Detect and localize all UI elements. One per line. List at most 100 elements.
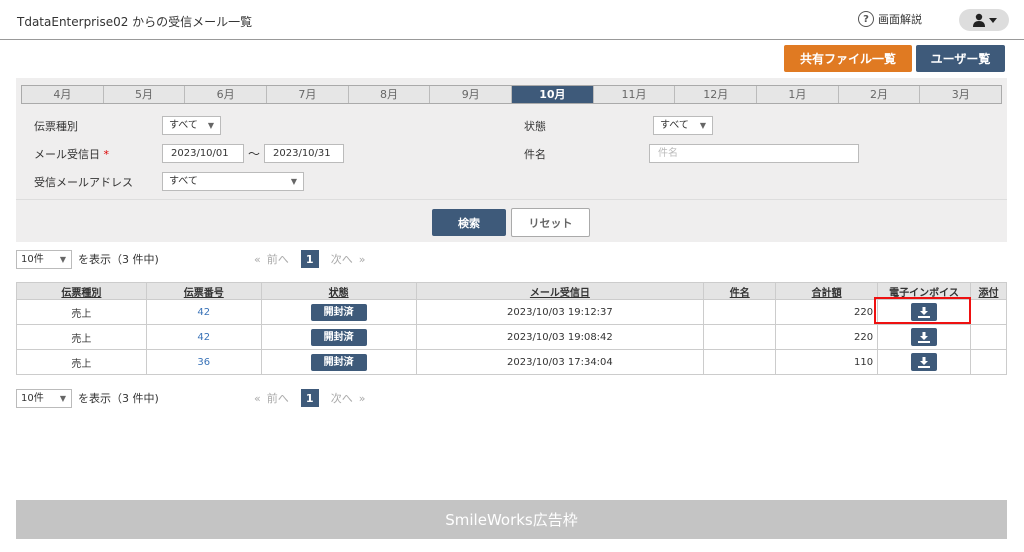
help-label: 画面解説 [878,13,922,26]
cell-attachment [969,324,1008,350]
per-page-select[interactable]: 10件 ▼ [16,388,72,408]
reset-button[interactable]: リセット [511,208,590,237]
last-page-link[interactable]: » [359,392,366,405]
download-button[interactable] [911,353,938,371]
ad-banner[interactable]: SmileWorks広告枠 [16,500,1007,539]
col-attachment[interactable]: 添付 [969,282,1008,300]
month-tab[interactable]: 4月 [22,86,104,103]
pagination: « 前へ 1 次へ » [254,389,365,407]
slip-number-link[interactable]: 42 [145,324,262,350]
cell-total: 220 [775,324,879,350]
table-row: 売上 36 開封済 2023/10/03 17:34:04 110 [16,349,1008,375]
slip-number-link[interactable]: 42 [145,299,262,325]
month-tab[interactable]: 1月 [757,86,839,103]
cell-subject [703,299,777,325]
status-select[interactable]: すべて ▼ [653,116,713,135]
result-count: を表示（3 件中) [78,253,159,266]
cell-total: 220 [775,299,879,325]
current-page[interactable]: 1 [300,389,319,407]
current-page[interactable]: 1 [300,250,319,268]
received-date-label: メール受信日 * [34,146,109,162]
month-tabs: 4月 5月 6月 7月 8月 9月 10月 11月 12月 1月 2月 3月 [21,85,1002,104]
cell-subject [703,324,777,350]
status-value: すべて [660,120,689,131]
month-tab[interactable]: 8月 [349,86,431,103]
prev-page-link[interactable]: 前へ [267,251,289,267]
user-menu-button[interactable] [959,9,1009,31]
cell-slip-type: 売上 [16,349,147,375]
help-link[interactable]: ? 画面解説 [858,11,922,27]
col-slip-number[interactable]: 伝票番号 [145,282,262,300]
date-from-input[interactable]: 2023/10/01 [162,144,244,163]
table-header-row: 伝票種別 伝票番号 状態 メール受信日 件名 合計額 電子インボイス 添付 [16,282,1008,300]
pager-bottom: 10件 ▼ を表示（3 件中) « 前へ 1 次へ » [16,388,416,408]
table-row: 売上 42 開封済 2023/10/03 19:12:37 220 [16,299,1008,325]
status-badge: 開封済 [310,303,367,321]
month-tab[interactable]: 7月 [267,86,349,103]
filter-panel: 4月 5月 6月 7月 8月 9月 10月 11月 12月 1月 2月 3月 伝票種別 すべて ▼ 状… [16,78,1007,242]
month-tab[interactable]: 10月 [512,86,594,103]
slip-number-link[interactable]: 36 [145,349,262,375]
next-page-link[interactable]: 次へ [331,251,353,267]
caret-down-icon: ▼ [207,121,214,130]
cell-slip-type: 売上 [16,324,147,350]
date-to-input[interactable]: 2023/10/31 [264,144,344,163]
first-page-link[interactable]: « [254,392,261,405]
prev-page-link[interactable]: 前へ [267,390,289,406]
last-page-link[interactable]: » [359,253,366,266]
cell-status: 開封済 [260,349,417,375]
month-tab[interactable]: 11月 [594,86,676,103]
user-icon [972,13,985,27]
page-title: TdataEnterprise02 からの受信メール一覧 [17,15,253,29]
address-select[interactable]: すべて ▼ [162,172,304,191]
pager-top: 10件 ▼ を表示（3 件中) « 前へ 1 次へ » [16,249,416,269]
caret-down-icon: ▼ [290,177,297,186]
subject-label: 件名 [524,148,546,161]
help-icon: ? [858,11,874,27]
next-page-link[interactable]: 次へ [331,390,353,406]
month-tab[interactable]: 6月 [185,86,268,103]
address-value: すべて [169,176,198,187]
download-icon [918,356,931,368]
slip-type-select[interactable]: すべて ▼ [162,116,221,135]
result-count: を表示（3 件中) [78,392,159,405]
per-page-value: 10件 [21,392,44,404]
cell-slip-type: 売上 [16,299,147,325]
month-tab[interactable]: 12月 [675,86,758,103]
col-total[interactable]: 合計額 [775,282,879,300]
month-tab[interactable]: 2月 [839,86,921,103]
month-tab[interactable]: 5月 [104,86,186,103]
status-label: 状態 [524,120,546,133]
subject-input[interactable]: 件名 [649,144,859,163]
status-badge: 開封済 [310,328,367,346]
table-row: 売上 42 開封済 2023/10/03 19:08:42 220 [16,324,1008,350]
first-page-link[interactable]: « [254,253,261,266]
shared-files-button[interactable]: 共有ファイル一覧 [784,45,912,72]
filter-actions: 検索 リセット [16,199,1007,242]
search-button[interactable]: 検索 [432,209,506,236]
col-slip-type[interactable]: 伝票種別 [16,282,147,300]
caret-down-icon: ▼ [59,393,66,403]
cell-total: 110 [775,349,879,375]
cell-attachment [969,349,1008,375]
date-separator: ～ [248,147,261,161]
caret-down-icon: ▼ [699,121,706,130]
download-button[interactable] [911,328,938,346]
cell-received: 2023/10/03 17:34:04 [415,349,705,375]
cell-status: 開封済 [260,299,417,325]
per-page-value: 10件 [21,253,44,265]
received-date-text: メール受信日 [34,148,100,161]
month-tab[interactable]: 3月 [920,86,1001,103]
users-button[interactable]: ユーザー覧 [916,45,1005,72]
highlight-box [874,297,971,324]
col-received[interactable]: メール受信日 [415,282,705,300]
month-tab[interactable]: 9月 [430,86,513,103]
col-status[interactable]: 状態 [260,282,417,300]
per-page-select[interactable]: 10件 ▼ [16,249,72,269]
cell-attachment [969,299,1008,325]
address-label: 受信メールアドレス [34,176,133,189]
cell-received: 2023/10/03 19:12:37 [415,299,705,325]
cell-subject [703,349,777,375]
download-icon [918,331,931,343]
col-subject[interactable]: 件名 [703,282,777,300]
